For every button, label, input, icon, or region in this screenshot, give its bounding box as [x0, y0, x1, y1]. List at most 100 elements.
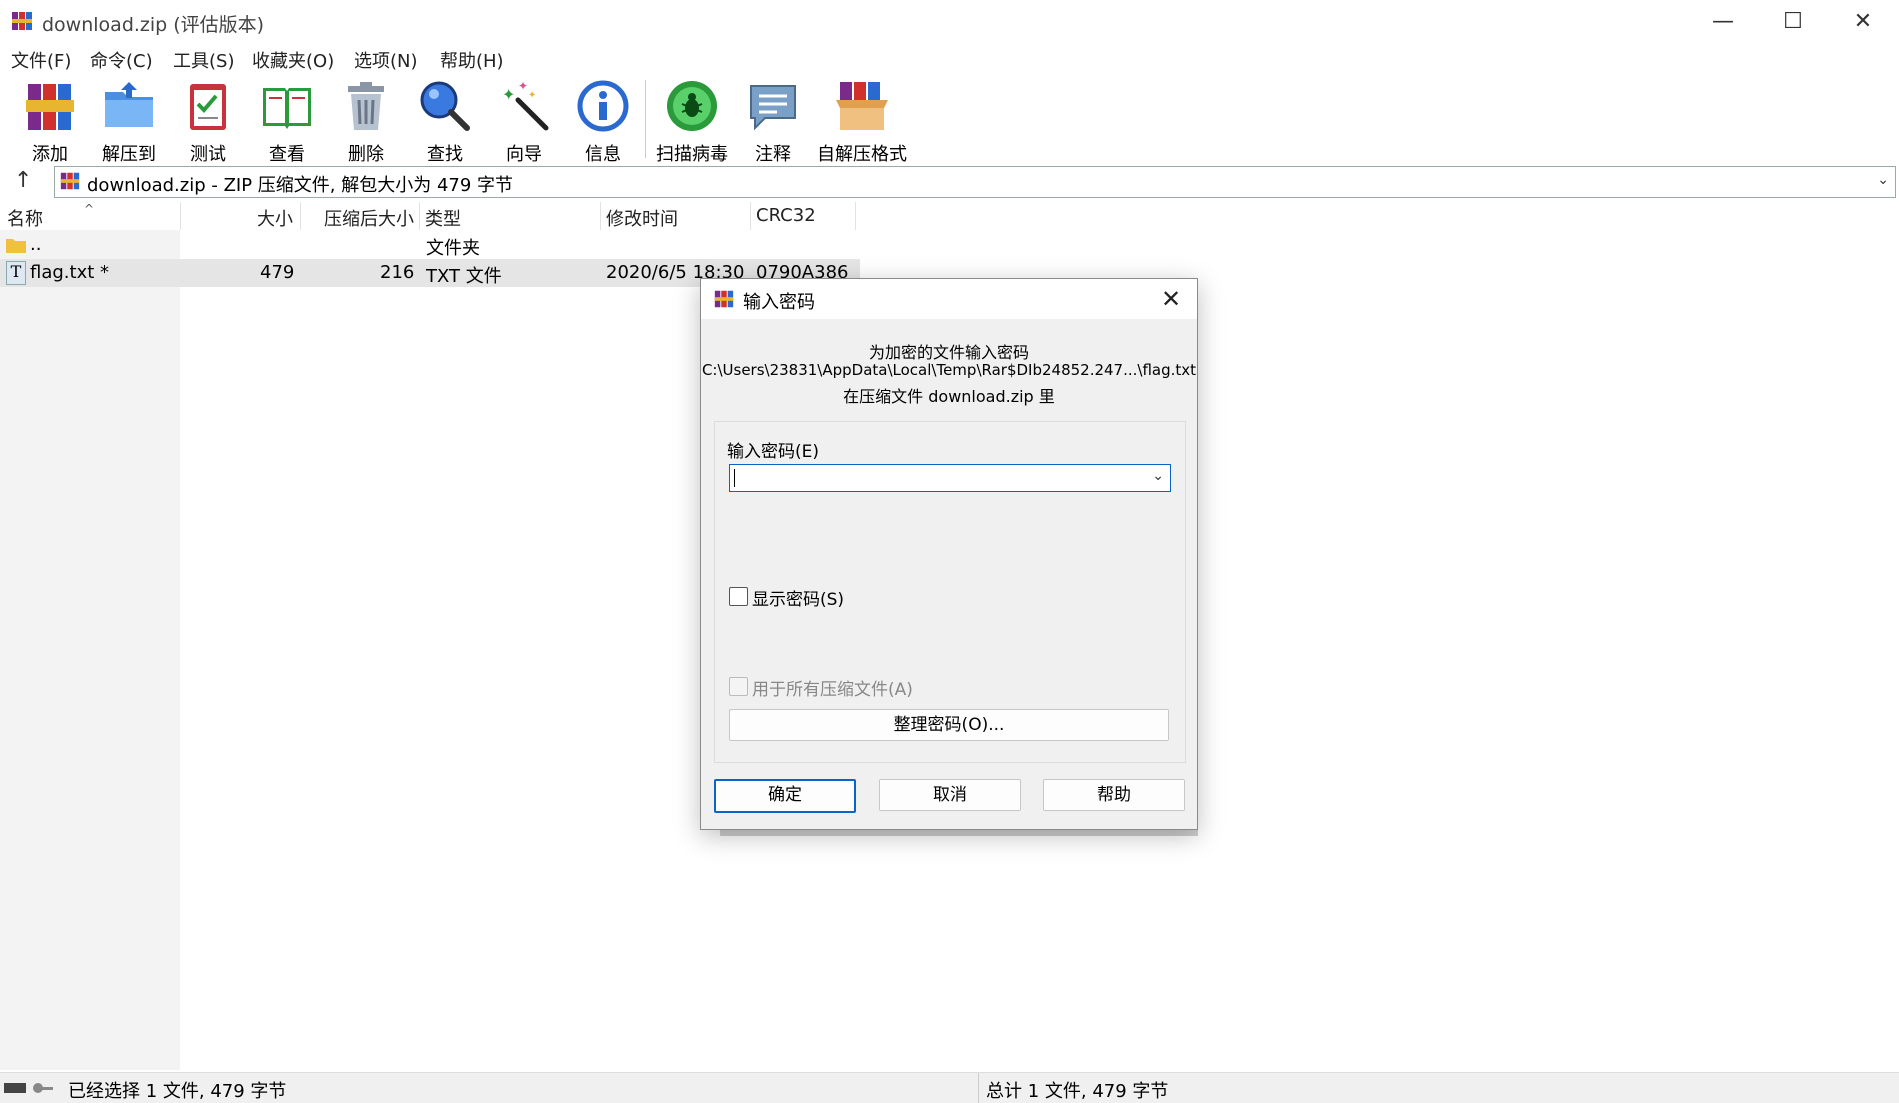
row-type: TXT 文件: [426, 266, 502, 287]
ok-button[interactable]: 确定: [714, 779, 856, 813]
test-button[interactable]: 测试: [168, 78, 248, 165]
wizard-label: 向导: [506, 144, 542, 165]
test-label: 测试: [190, 144, 226, 165]
menu-file[interactable]: 文件(F): [11, 47, 71, 73]
chevron-down-icon[interactable]: ⌄: [1152, 468, 1164, 484]
status-selected: 已经选择 1 文件, 479 字节: [68, 1081, 287, 1102]
view-label: 查看: [269, 144, 305, 165]
menu-options[interactable]: 选项(N): [354, 47, 418, 73]
address-field[interactable]: download.zip - ZIP 压缩文件, 解包大小为 479 字节 ⌄: [54, 166, 1896, 198]
add-label: 添加: [32, 144, 68, 165]
row-name: ..: [30, 234, 42, 255]
address-bar: ↑ download.zip - ZIP 压缩文件, 解包大小为 479 字节 …: [0, 164, 1899, 200]
menu-commands[interactable]: 命令(C): [90, 47, 153, 73]
show-password-checkbox[interactable]: [729, 587, 748, 606]
minimize-button[interactable]: —: [1688, 0, 1758, 42]
delete-label: 删除: [348, 144, 384, 165]
help-button[interactable]: 帮助: [1043, 779, 1185, 811]
column-modified[interactable]: 修改时间: [606, 205, 678, 231]
delete-button[interactable]: 删除: [326, 78, 406, 165]
menu-favorites[interactable]: 收藏夹(O): [252, 47, 334, 73]
svg-text:✦: ✦: [502, 85, 515, 104]
password-dialog: 输入密码 ✕ 为加密的文件输入密码 C:\Users\23831\AppData…: [700, 278, 1198, 830]
winrar-app-icon: [714, 290, 734, 308]
comment-label: 注释: [755, 144, 791, 165]
up-arrow-icon[interactable]: ↑: [14, 168, 32, 193]
column-crc[interactable]: CRC32: [756, 205, 816, 226]
virus-scan-button[interactable]: 扫描病毒: [652, 78, 732, 165]
virus-scan-label: 扫描病毒: [656, 144, 728, 165]
row-size: 479: [260, 262, 295, 283]
sfx-box-icon: [836, 82, 888, 130]
column-divider: [419, 202, 420, 230]
winrar-app-icon: [12, 12, 32, 30]
status-divider: [978, 1073, 979, 1103]
drive-key-icon: [4, 1083, 53, 1093]
column-size[interactable]: 大小: [257, 205, 293, 231]
delete-trash-icon: [348, 82, 384, 130]
find-label: 查找: [427, 144, 463, 165]
find-button[interactable]: 查找: [405, 78, 485, 165]
close-button[interactable]: ✕: [1828, 0, 1898, 42]
column-packed[interactable]: 压缩后大小: [324, 205, 414, 231]
sort-ascending-icon: ^: [84, 202, 95, 216]
add-button[interactable]: 添加: [10, 78, 90, 165]
password-label: 输入密码(E): [727, 442, 820, 462]
chevron-down-icon[interactable]: ⌄: [1877, 172, 1889, 188]
add-archive-icon: [26, 84, 74, 130]
extract-folder-icon: [105, 82, 153, 127]
organize-passwords-button[interactable]: 整理密码(O)...: [729, 709, 1169, 741]
svg-text:✦: ✦: [518, 79, 528, 93]
info-icon: [577, 80, 629, 132]
extract-to-button[interactable]: 解压到: [89, 78, 169, 165]
status-bar: 已经选择 1 文件, 479 字节 总计 1 文件, 479 字节: [0, 1072, 1899, 1103]
menu-tools[interactable]: 工具(S): [173, 47, 234, 73]
window-title: download.zip (评估版本): [42, 14, 265, 36]
column-name[interactable]: 名称: [7, 205, 43, 231]
use-all-archives-label: 用于所有压缩文件(A): [752, 680, 913, 700]
dialog-title-bar: 输入密码 ✕: [701, 279, 1197, 319]
archive-icon: [60, 172, 80, 190]
column-type[interactable]: 类型: [425, 205, 461, 231]
info-label: 信息: [585, 144, 621, 165]
dialog-close-button[interactable]: ✕: [1155, 283, 1187, 315]
folder-icon: [6, 239, 26, 253]
find-magnifier-icon: [420, 81, 470, 131]
menu-bar: 文件(F) 命令(C) 工具(S) 收藏夹(O) 选项(N) 帮助(H): [0, 42, 1899, 74]
left-pane: [0, 230, 180, 1070]
sfx-label: 自解压格式: [817, 144, 907, 165]
use-all-archives-checkbox[interactable]: [729, 677, 748, 696]
toolbar-separator: [645, 80, 646, 158]
sfx-button[interactable]: 自解压格式: [812, 78, 912, 165]
column-divider: [180, 202, 181, 230]
text-file-icon: T: [6, 261, 26, 285]
row-name: flag.txt *: [30, 262, 110, 283]
wizard-button[interactable]: ✦ ✦ ✦ 向导: [484, 78, 564, 165]
file-list-header: 名称 ^ 大小 压缩后大小 类型 修改时间 CRC32: [0, 202, 1899, 230]
info-button[interactable]: 信息: [563, 78, 643, 165]
column-divider: [600, 202, 601, 230]
menu-help[interactable]: 帮助(H): [440, 47, 504, 73]
password-input[interactable]: ⌄: [729, 464, 1171, 492]
view-book-icon: [263, 88, 311, 129]
cancel-button[interactable]: 取消: [879, 779, 1021, 811]
title-bar: download.zip (评估版本) — ☐ ✕: [0, 0, 1899, 42]
show-password-label[interactable]: 显示密码(S): [752, 585, 844, 610]
maximize-button[interactable]: ☐: [1758, 0, 1828, 42]
dialog-info-archive: 在压缩文件 download.zip 里: [843, 387, 1055, 406]
column-divider: [855, 202, 856, 230]
view-button[interactable]: 查看: [247, 78, 327, 165]
dialog-title: 输入密码: [743, 292, 815, 313]
toolbar: 添加 解压到 测试 查看 删除 查找 ✦ ✦ ✦ 向导 信息 扫描病毒 注释 自…: [0, 74, 1899, 165]
dialog-info-path: C:\Users\23831\AppData\Local\Temp\Rar$DI…: [701, 361, 1197, 379]
table-row[interactable]: .. 文件夹: [0, 231, 860, 259]
address-text: download.zip - ZIP 压缩文件, 解包大小为 479 字节: [87, 175, 514, 196]
row-type: 文件夹: [426, 238, 480, 259]
dialog-info-line1: 为加密的文件输入密码: [868, 343, 1029, 362]
svg-text:✦: ✦: [528, 90, 536, 101]
row-packed: 216: [380, 262, 415, 283]
extract-to-label: 解压到: [102, 144, 156, 165]
comment-button[interactable]: 注释: [733, 78, 813, 165]
status-total: 总计 1 文件, 479 字节: [986, 1081, 1169, 1102]
test-clipboard-icon: [190, 84, 226, 130]
